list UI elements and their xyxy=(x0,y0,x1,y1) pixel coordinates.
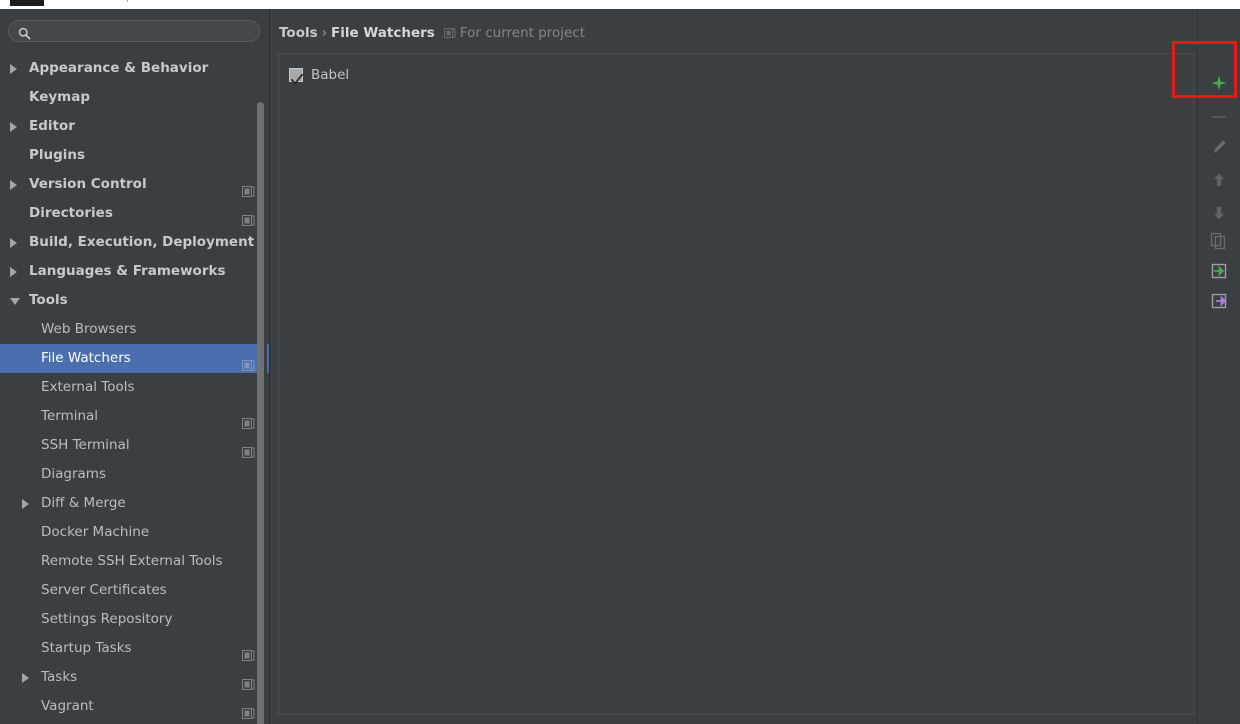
project-scope-icon xyxy=(242,439,255,458)
move-up-button xyxy=(1203,164,1235,194)
sidebar-item-label: Vagrant xyxy=(41,698,94,714)
export-button[interactable] xyxy=(1203,285,1235,315)
window-strip-glyph: ⌐ xyxy=(126,0,137,6)
sidebar-item-editor[interactable]: Editor xyxy=(0,112,270,141)
main-panel: Tools › File Watchers For current project … xyxy=(270,9,1240,724)
project-scope-icon xyxy=(242,352,255,371)
sidebar-item-label: Keymap xyxy=(29,89,91,105)
sidebar-item-diagrams[interactable]: Diagrams xyxy=(0,460,270,489)
project-scope-icon xyxy=(242,700,255,719)
sidebar-item-startup-tasks[interactable]: Startup Tasks xyxy=(0,634,270,663)
breadcrumb: Tools › File Watchers For current project xyxy=(279,23,585,43)
sidebar-item-version-control[interactable]: Version Control xyxy=(0,170,270,199)
sidebar-item-label: File Watchers xyxy=(41,350,131,366)
watcher-row[interactable]: Babel xyxy=(279,63,1193,88)
search-input[interactable] xyxy=(36,23,254,42)
import-button[interactable] xyxy=(1203,255,1235,285)
move-down-button xyxy=(1203,197,1235,227)
sidebar-item-label: Version Control xyxy=(29,176,147,192)
file-watcher-toolbar xyxy=(1198,9,1240,724)
sidebar-item-label: Languages & Frameworks xyxy=(29,263,226,279)
sidebar-item-settings-repository[interactable]: Settings Repository xyxy=(0,605,270,634)
sidebar-item-build-execution-deployment[interactable]: Build, Execution, Deployment xyxy=(0,228,270,257)
settings-tree: Appearance & Behavior Keymap Editor Plugins… xyxy=(0,54,270,724)
sidebar-item-label: Tasks xyxy=(41,669,78,685)
sidebar-item-ssh-terminal[interactable]: SSH Terminal xyxy=(0,431,270,460)
sidebar-item-remote-ssh-external-tools[interactable]: Remote SSH External Tools xyxy=(0,547,270,576)
chevron-right-icon[interactable] xyxy=(10,122,17,132)
sidebar-item-label: Appearance & Behavior xyxy=(29,60,209,76)
sidebar-scrollbar-thumb[interactable] xyxy=(257,102,264,724)
sidebar-item-appearance-behavior[interactable]: Appearance & Behavior xyxy=(0,54,270,83)
project-scope-icon xyxy=(242,410,255,429)
sidebar-item-label: Docker Machine xyxy=(41,524,150,540)
sidebar-item-languages-frameworks[interactable]: Languages & Frameworks xyxy=(0,257,270,286)
chevron-right-icon[interactable] xyxy=(10,238,17,248)
checkmark-icon xyxy=(290,69,304,86)
copy-watcher-button xyxy=(1203,225,1235,255)
watcher-name-label: Babel xyxy=(311,67,350,83)
chevron-right-icon[interactable] xyxy=(10,180,17,190)
chevron-right-icon[interactable] xyxy=(22,499,29,509)
settings-sidebar: Appearance & Behavior Keymap Editor Plugins… xyxy=(0,9,270,724)
sidebar-item-label: External Tools xyxy=(41,379,135,395)
sidebar-item-label: Terminal xyxy=(41,408,99,424)
sidebar-item-tools[interactable]: Tools xyxy=(0,286,270,315)
breadcrumb-leaf: File Watchers xyxy=(331,25,435,41)
chevron-right-icon[interactable] xyxy=(22,673,29,683)
sidebar-item-file-watchers[interactable]: File Watchers xyxy=(0,344,270,373)
project-scope-icon xyxy=(242,178,255,197)
sidebar-item-terminal[interactable]: Terminal xyxy=(0,402,270,431)
project-scope-icon xyxy=(242,207,255,226)
sidebar-item-web-browsers[interactable]: Web Browsers xyxy=(0,315,270,344)
sidebar-item-keymap[interactable]: Keymap xyxy=(0,83,270,112)
watcher-enabled-checkbox[interactable] xyxy=(289,68,304,86)
search-field[interactable] xyxy=(8,20,260,42)
sidebar-item-directories[interactable]: Directories xyxy=(0,199,270,228)
remove-watcher-button xyxy=(1203,101,1235,131)
sidebar-item-label: Diff & Merge xyxy=(41,495,126,511)
sidebar-item-label: Settings Repository xyxy=(41,611,173,627)
sidebar-item-label: Plugins xyxy=(29,147,86,163)
breadcrumb-separator: › xyxy=(321,25,328,41)
sidebar-item-server-certificates[interactable]: Server Certificates xyxy=(0,576,270,605)
sidebar-item-label: Remote SSH External Tools xyxy=(41,553,223,569)
sidebar-scrollbar-track[interactable] xyxy=(257,54,267,724)
settings-dialog: ⌐ Appearance & Behavior Keymap Editor Plugi… xyxy=(0,0,1240,724)
sidebar-item-tasks[interactable]: Tasks xyxy=(0,663,270,692)
sidebar-item-label: Build, Execution, Deployment xyxy=(29,234,255,250)
chevron-down-icon[interactable] xyxy=(10,298,20,305)
sidebar-item-external-tools[interactable]: External Tools xyxy=(0,373,270,402)
add-watcher-button[interactable] xyxy=(1203,67,1235,97)
sidebar-item-diff-merge[interactable]: Diff & Merge xyxy=(0,489,270,518)
breadcrumb-root[interactable]: Tools xyxy=(279,25,318,41)
project-scope-icon xyxy=(242,671,255,690)
chevron-right-icon[interactable] xyxy=(10,267,17,277)
window-app-icon xyxy=(10,0,44,6)
sidebar-item-label: Startup Tasks xyxy=(41,640,132,656)
sidebar-item-label: Tools xyxy=(29,292,68,308)
breadcrumb-scope-label: For current project xyxy=(459,25,586,41)
sidebar-item-docker-machine[interactable]: Docker Machine xyxy=(0,518,270,547)
sidebar-item-label: Server Certificates xyxy=(41,582,167,598)
window-title-strip: ⌐ xyxy=(0,0,1240,9)
sidebar-item-plugins[interactable]: Plugins xyxy=(0,141,270,170)
search-icon xyxy=(18,25,31,40)
search-container xyxy=(8,20,262,44)
project-scope-icon xyxy=(443,25,456,38)
sidebar-item-label: SSH Terminal xyxy=(41,437,130,453)
edit-watcher-button xyxy=(1203,131,1235,161)
file-watcher-list[interactable]: Babel xyxy=(278,53,1194,715)
sidebar-item-label: Editor xyxy=(29,118,75,134)
sidebar-item-label: Directories xyxy=(29,205,113,221)
project-scope-icon xyxy=(242,642,255,661)
sidebar-item-label: Web Browsers xyxy=(41,321,137,337)
chevron-right-icon[interactable] xyxy=(10,64,17,74)
sidebar-item-label: Diagrams xyxy=(41,466,106,482)
sidebar-item-vagrant[interactable]: Vagrant xyxy=(0,692,270,721)
